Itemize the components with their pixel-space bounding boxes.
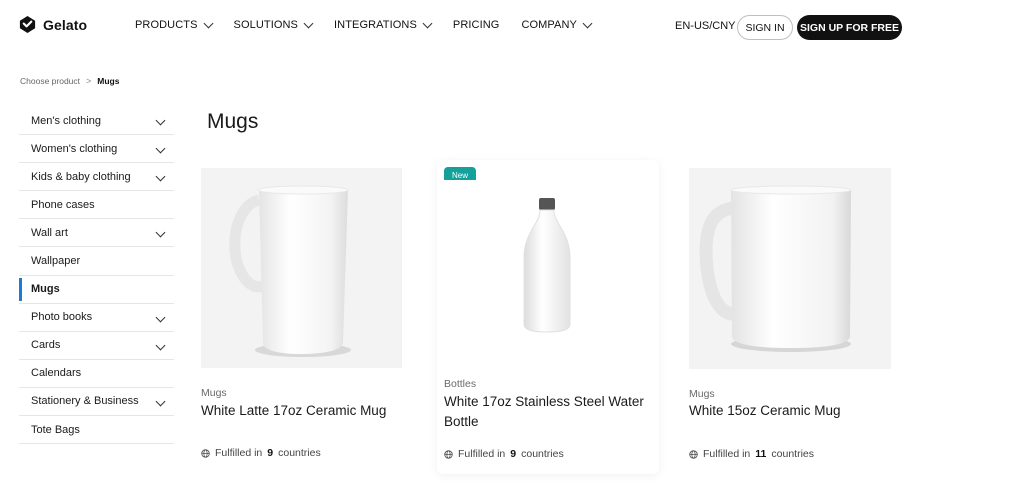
fulfillment-info: Fulfilled in 11 countries [689,448,814,460]
product-card-water-bottle[interactable]: New Bottles White 17oz Stainless Steel W… [437,160,659,474]
menu-label: PRODUCTS [135,19,198,31]
water-bottle-image [523,198,571,333]
country-count: 9 [510,448,517,460]
chevron-down-icon[interactable] [155,340,166,351]
breadcrumb-separator: > [86,76,92,86]
menu-company[interactable]: COMPANY [521,18,593,31]
product-card-latte-mug[interactable]: Mugs White Latte 17oz Ceramic Mug Fulfil… [200,160,405,470]
sidebar-item-label: Phone cases [31,198,95,211]
chevron-down-icon [203,18,213,28]
menu-label: PRICING [452,19,500,31]
chevron-down-icon[interactable] [155,143,166,154]
sign-up-button[interactable]: SIGN UP FOR FREE [797,15,902,40]
fulfillment-prefix: Fulfilled in [703,448,751,460]
sidebar-item-label: Photo books [31,311,93,324]
ceramic-mug-image [699,185,852,352]
gelato-logo-icon [19,15,36,34]
sidebar-item-label: Wallpaper [31,255,81,268]
chevron-down-icon[interactable] [155,171,166,182]
product-category: Mugs [689,388,715,400]
sidebar-item-label: Stationery & Business [31,395,139,408]
locale-selector[interactable]: EN-US/CNY [675,20,736,32]
fulfillment-suffix: countries [771,448,814,460]
product-image[interactable] [201,168,402,368]
sidebar-item-womens-clothing[interactable]: Women's clothing [19,135,174,164]
menu-label: INTEGRATIONS [334,19,417,31]
chevron-down-icon[interactable] [155,227,166,238]
globe-icon [444,449,453,459]
brand-name: Gelato [43,16,88,33]
sidebar-item-cards[interactable]: Cards [19,332,174,360]
page-title: Mugs [207,110,259,133]
sidebar-item-label: Kids & baby clothing [31,170,131,183]
sign-in-button[interactable]: SIGN IN [737,15,793,40]
fulfillment-info: Fulfilled in 9 countries [444,448,564,460]
product-title[interactable]: White 17oz Stainless Steel Water Bottle [444,392,654,432]
sidebar-item-label: Men's clothing [31,114,101,127]
product-image[interactable] [444,180,652,362]
breadcrumb-root[interactable]: Choose product [20,76,80,86]
menu-label: SOLUTIONS [233,19,298,31]
product-title[interactable]: White Latte 17oz Ceramic Mug [201,401,401,421]
sidebar-item-phone-cases[interactable]: Phone cases [19,191,174,220]
menu-label: COMPANY [521,19,577,31]
chevron-down-icon[interactable] [155,312,166,323]
top-nav: Gelato PRODUCTS SOLUTIONS INTEGRATIONS P… [0,0,1024,52]
sidebar-item-label: Wall art [31,226,68,239]
chevron-down-icon[interactable] [155,115,166,126]
sidebar-item-label: Tote Bags [31,423,80,436]
globe-icon [201,448,210,458]
chevron-down-icon [422,18,433,28]
sidebar-item-wallpaper[interactable]: Wallpaper [19,247,174,276]
menu-solutions[interactable]: SOLUTIONS [233,18,314,31]
menu-pricing[interactable]: PRICING [453,19,500,31]
sidebar-item-mens-clothing[interactable]: Men's clothing [19,107,174,136]
product-image[interactable] [689,168,891,369]
product-category: Bottles [444,378,477,390]
sidebar-item-label: Women's clothing [31,142,118,155]
logo[interactable]: Gelato [18,15,87,34]
country-count: 11 [755,448,767,460]
fulfillment-suffix: countries [278,447,321,459]
chevron-down-icon[interactable] [155,396,166,407]
sidebar-item-tote-bags[interactable]: Tote Bags [19,416,174,445]
chevron-down-icon [303,18,314,28]
globe-icon [689,449,698,459]
breadcrumb-current: Mugs [97,76,120,86]
sidebar-item-mugs[interactable]: Mugs [19,276,174,304]
sidebar-item-calendars[interactable]: Calendars [19,360,174,388]
product-card-ceramic-mug[interactable]: Mugs White 15oz Ceramic Mug Fulfilled in… [687,160,897,470]
country-count: 9 [267,447,274,459]
sidebar-item-kids-baby-clothing[interactable]: Kids & baby clothing [19,163,174,192]
menu-products[interactable]: PRODUCTS [135,18,213,31]
fulfillment-prefix: Fulfilled in [458,448,506,460]
fulfillment-info: Fulfilled in 9 countries [201,447,321,459]
category-sidebar: Men's clothing Women's clothing Kids & b… [19,107,174,445]
product-category: Mugs [201,387,227,399]
sidebar-item-label: Cards [31,339,61,352]
sidebar-item-photo-books[interactable]: Photo books [19,304,174,332]
menu-integrations[interactable]: INTEGRATIONS [334,18,433,31]
fulfillment-suffix: countries [521,448,564,460]
breadcrumb: Choose product > Mugs [20,76,119,86]
sidebar-item-stationery-business[interactable]: Stationery & Business [19,388,174,417]
latte-mug-image [229,185,351,357]
chevron-down-icon [582,18,593,28]
fulfillment-prefix: Fulfilled in [215,447,263,459]
sidebar-item-wall-art[interactable]: Wall art [19,219,174,248]
product-title[interactable]: White 15oz Ceramic Mug [689,401,894,421]
sidebar-item-label: Calendars [31,367,82,380]
sidebar-item-label: Mugs [31,283,60,296]
main-menu: PRODUCTS SOLUTIONS INTEGRATIONS PRICING … [135,18,613,31]
